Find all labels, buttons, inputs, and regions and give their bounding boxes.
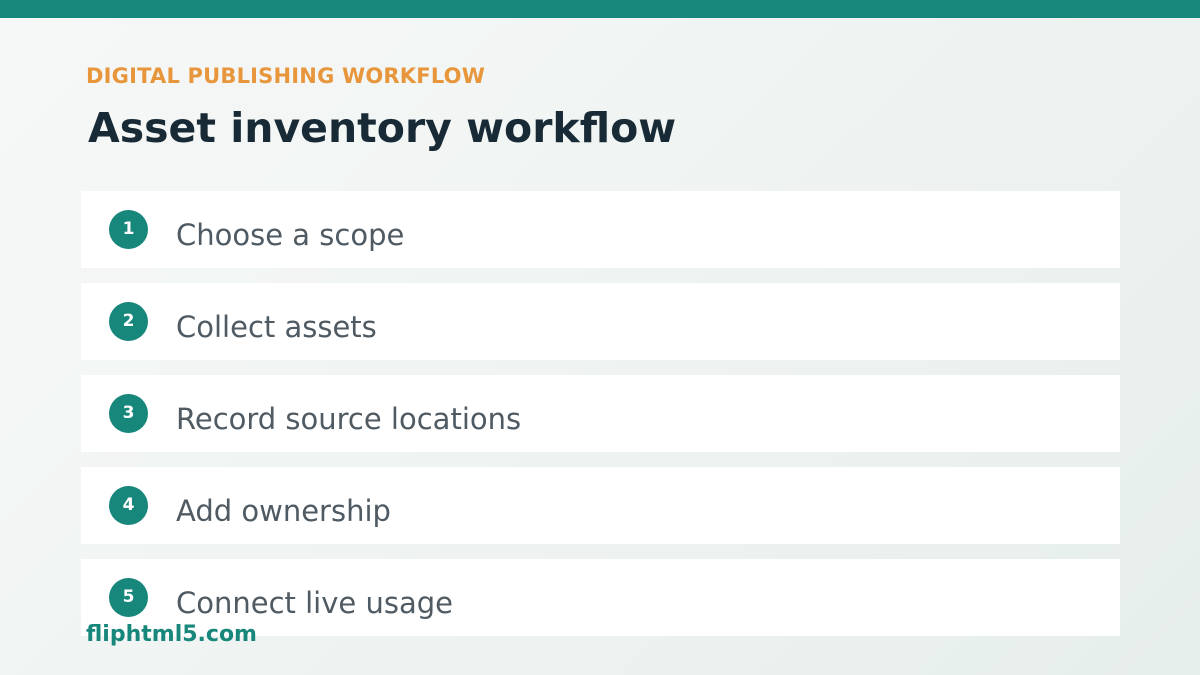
section-eyebrow: DIGITAL PUBLISHING WORKFLOW bbox=[86, 64, 486, 88]
page-title: Asset inventory workflow bbox=[88, 104, 677, 152]
workflow-step-1: 1 Choose a scope bbox=[81, 191, 1120, 268]
step-label: Add ownership bbox=[176, 494, 391, 528]
step-label: Choose a scope bbox=[176, 218, 405, 252]
step-number-badge: 4 bbox=[109, 486, 148, 525]
watermark-text: fliphtml5.com bbox=[86, 622, 257, 647]
step-label: Collect assets bbox=[176, 310, 377, 344]
step-number-badge: 5 bbox=[109, 578, 148, 617]
step-label: Record source locations bbox=[176, 402, 522, 436]
step-label: Connect live usage bbox=[176, 586, 453, 620]
step-number-badge: 3 bbox=[109, 394, 148, 433]
top-accent-bar bbox=[0, 0, 1200, 18]
step-number-badge: 2 bbox=[109, 302, 148, 341]
workflow-steps-list: 1 Choose a scope 2 Collect assets 3 Reco… bbox=[81, 191, 1120, 651]
workflow-step-3: 3 Record source locations bbox=[81, 375, 1120, 452]
workflow-step-4: 4 Add ownership bbox=[81, 467, 1120, 544]
step-number-badge: 1 bbox=[109, 210, 148, 249]
workflow-step-2: 2 Collect assets bbox=[81, 283, 1120, 360]
